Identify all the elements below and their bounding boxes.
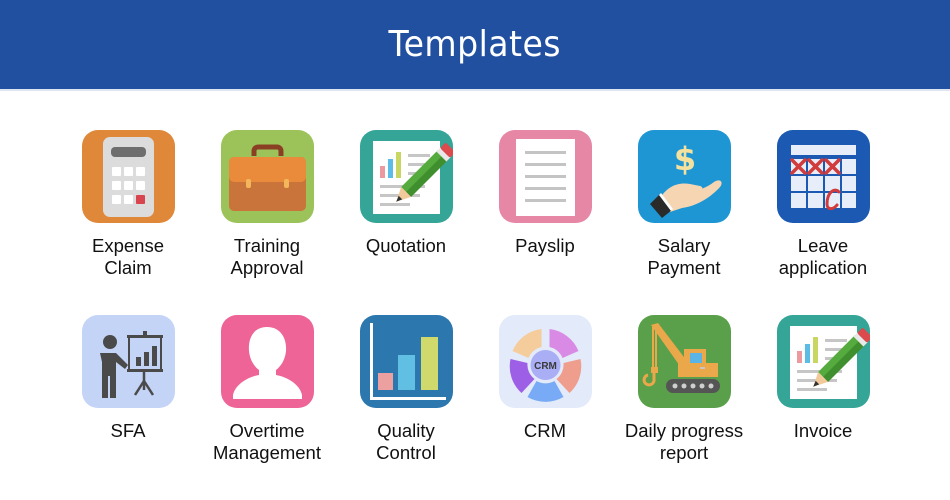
template-label: Daily progress report [624, 420, 744, 463]
svg-text:$: $ [673, 140, 695, 178]
template-training-approval[interactable]: Training Approval [202, 130, 332, 279]
template-label: Overtime Management [213, 420, 321, 463]
template-label: Quotation [365, 235, 447, 256]
document-icon [498, 130, 592, 223]
page-title: Templates [388, 24, 562, 65]
template-overtime-management[interactable]: Overtime Management [202, 315, 332, 464]
template-label: Leave application [778, 235, 868, 278]
template-crm[interactable]: CRM CRM [480, 315, 610, 442]
calendar-icon [776, 130, 870, 223]
template-payslip[interactable]: Payslip [480, 130, 610, 257]
page-header: Templates [0, 0, 950, 91]
template-label: Training Approval [230, 235, 304, 278]
presentation-icon [81, 315, 175, 408]
calculator-icon [81, 130, 175, 223]
template-leave-application[interactable]: Leave application [758, 130, 888, 279]
template-sfa[interactable]: SFA [63, 315, 193, 442]
person-icon [220, 315, 314, 408]
template-label: Payslip [515, 235, 575, 256]
crane-icon [637, 315, 731, 408]
template-quotation[interactable]: Quotation [341, 130, 471, 257]
template-label: Expense Claim [92, 235, 164, 278]
document-pencil-icon [776, 315, 870, 408]
document-pencil-icon [359, 130, 453, 223]
bar-chart-icon [359, 315, 453, 408]
template-label: Invoice [793, 420, 853, 441]
template-label: Salary Payment [647, 235, 721, 278]
template-label: CRM [523, 420, 567, 441]
crm-wheel-icon: CRM [498, 315, 592, 408]
template-expense-claim[interactable]: Expense Claim [63, 130, 193, 279]
template-invoice[interactable]: Invoice [758, 315, 888, 442]
template-quality-control[interactable]: Quality Control [341, 315, 471, 464]
crm-icon-text: CRM [534, 361, 557, 372]
template-salary-payment[interactable]: $ Salary Payment [619, 130, 749, 279]
briefcase-icon [220, 130, 314, 223]
template-daily-progress-report[interactable]: Daily progress report [619, 315, 749, 464]
template-label: SFA [110, 420, 146, 441]
hand-dollar-icon: $ [637, 130, 731, 223]
template-label: Quality Control [376, 420, 436, 463]
